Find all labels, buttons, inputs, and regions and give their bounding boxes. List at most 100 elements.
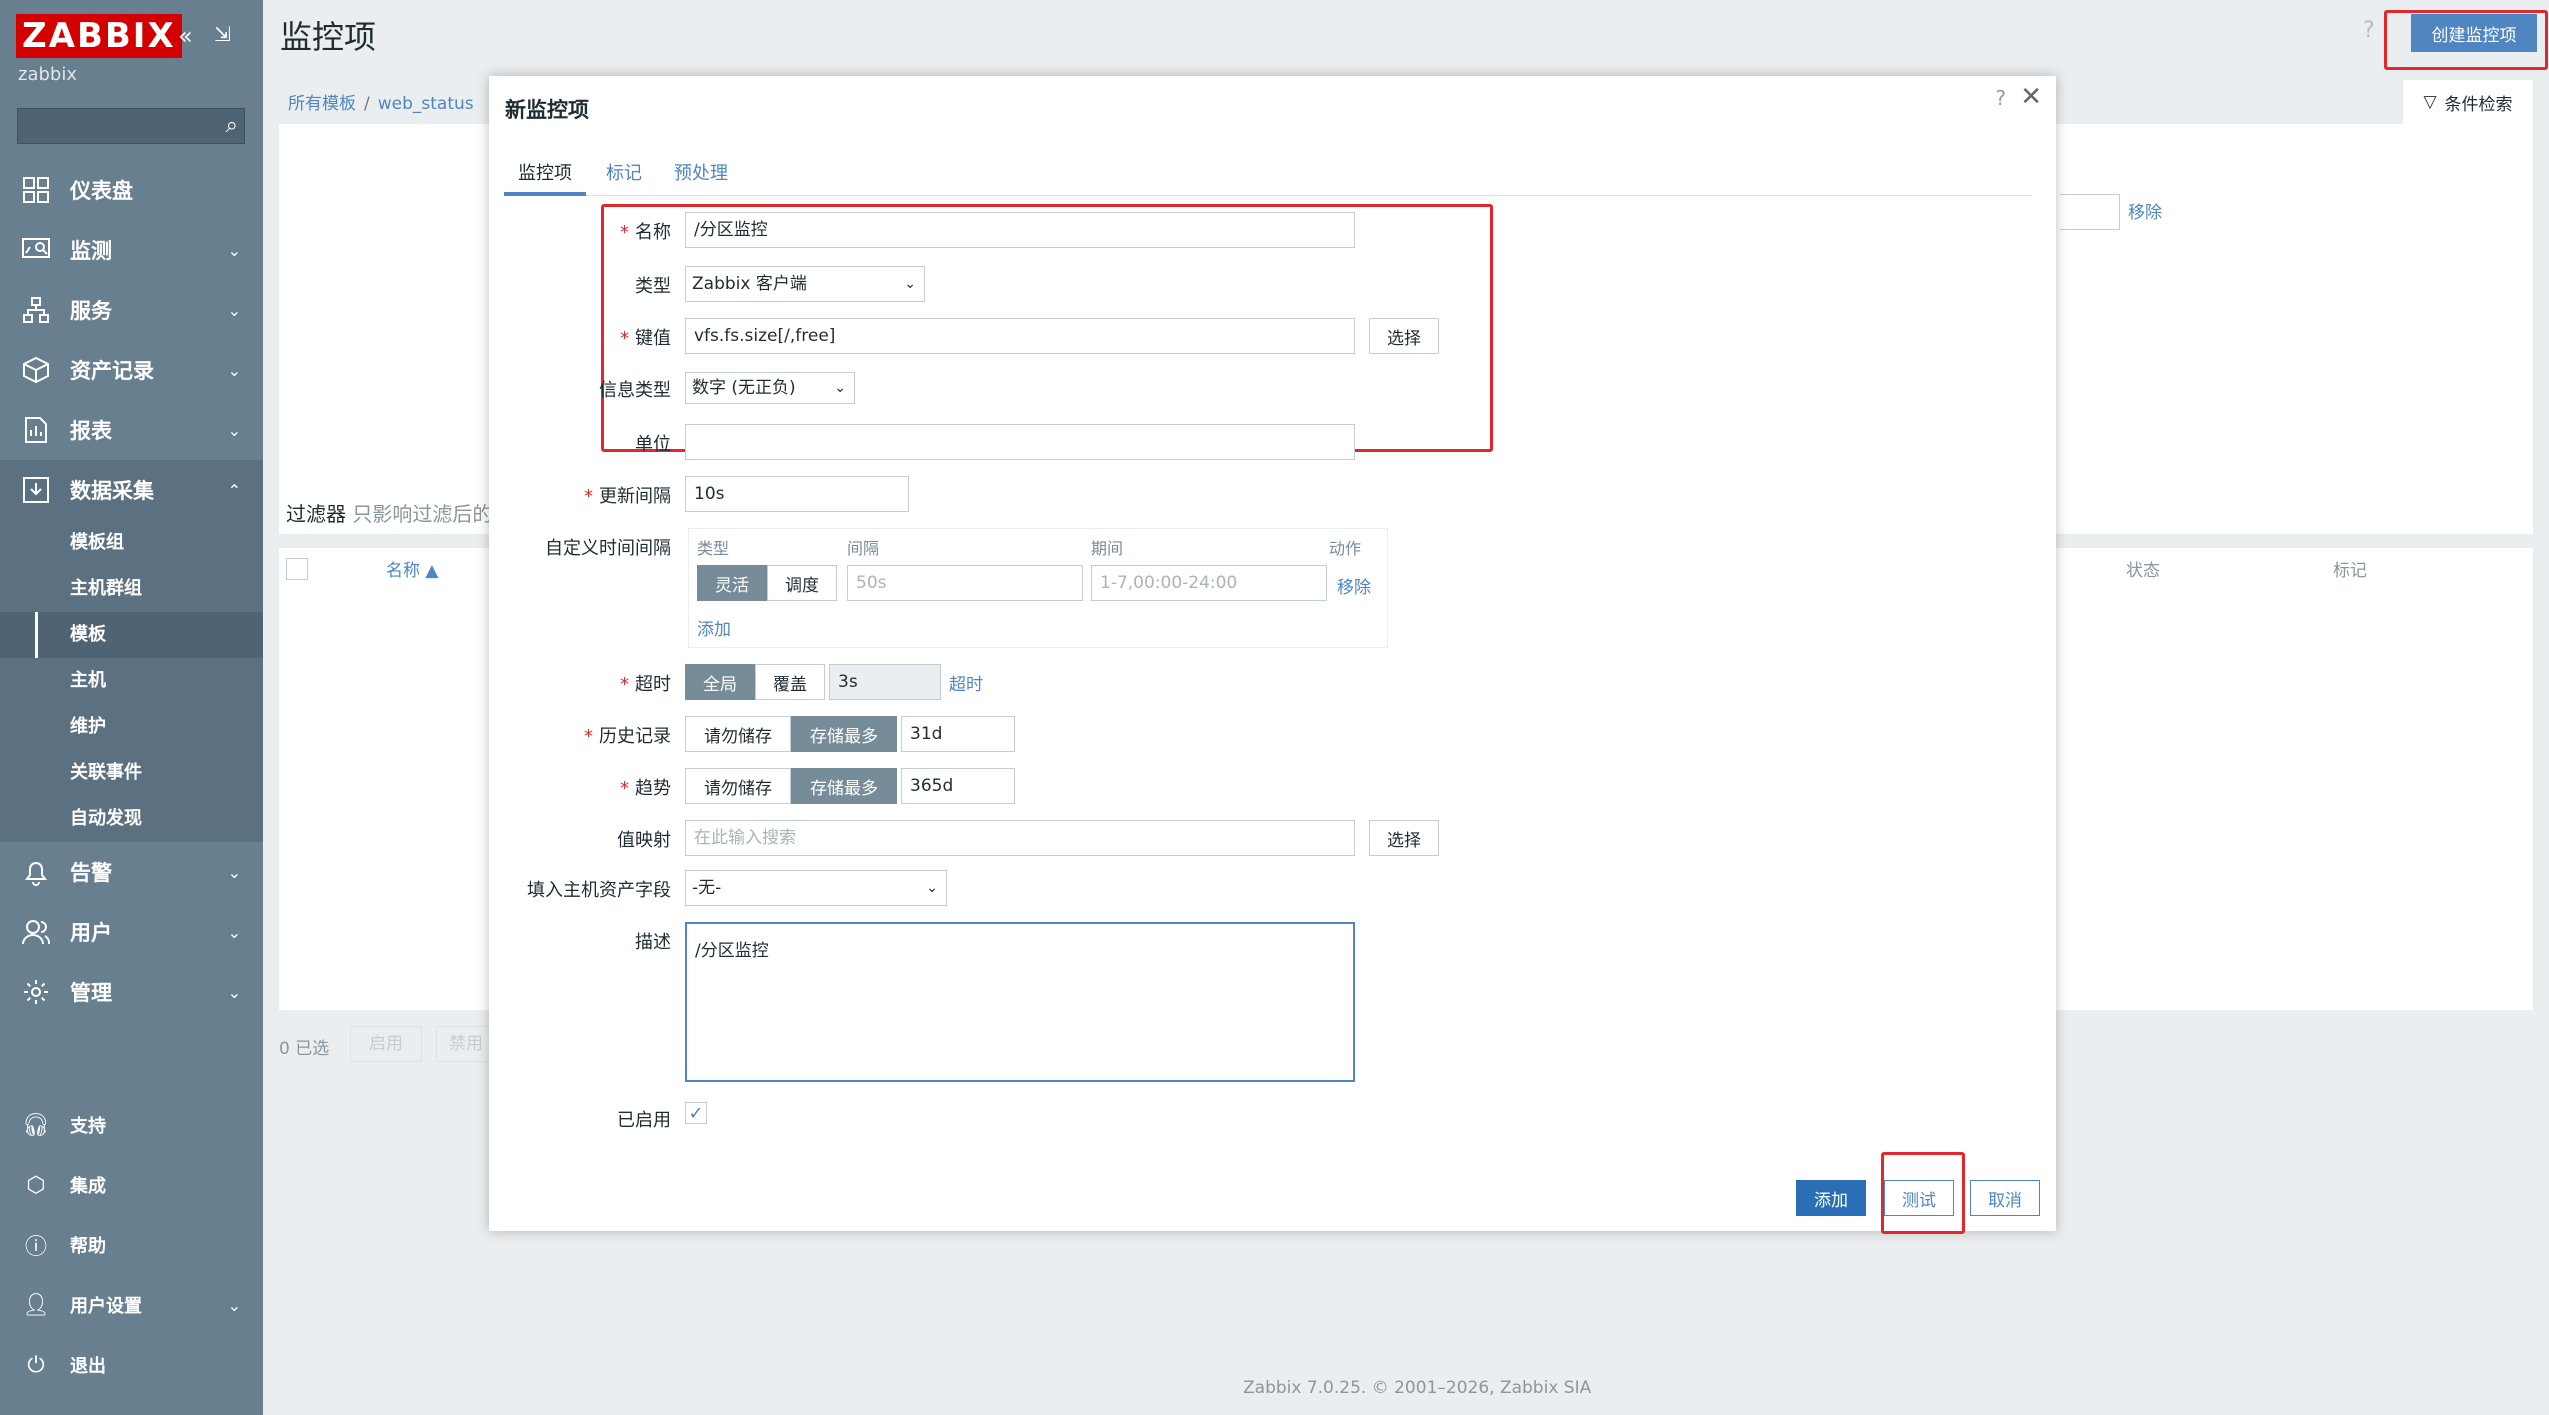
- update-interval-label: * 更新间隔: [584, 486, 671, 507]
- custom-col-period: 期间: [1091, 539, 1124, 558]
- submenu-item-templates[interactable]: 模板: [0, 612, 263, 658]
- services-icon: [20, 294, 52, 326]
- info-type-value: 数字 (无正负): [692, 378, 796, 398]
- filter-remove-link[interactable]: 移除: [2128, 198, 2162, 223]
- menu-item-dashboard[interactable]: 仪表盘: [0, 160, 263, 220]
- timeout-global-toggle[interactable]: 全局: [685, 664, 755, 700]
- chevron-down-icon: ⌄: [227, 922, 241, 942]
- history-do-not-store-toggle[interactable]: 请勿储存: [685, 716, 791, 752]
- menu-item-reports[interactable]: 报表 ⌄: [0, 400, 263, 460]
- value-mapping-select-button[interactable]: 选择: [1369, 820, 1439, 856]
- submenu-item-discovery[interactable]: 自动发现: [0, 796, 263, 842]
- menu-item-user-settings[interactable]: 👤︎ 用户设置 ⌄: [0, 1275, 263, 1335]
- flexible-toggle[interactable]: 灵活: [697, 565, 767, 601]
- disable-button[interactable]: 禁用: [436, 1026, 496, 1062]
- filter-field[interactable]: [2060, 194, 2120, 230]
- description-textarea[interactable]: /分区监控: [685, 922, 1355, 1082]
- reports-icon: [20, 414, 52, 446]
- dashboard-icon: [20, 174, 52, 206]
- submenu-item-event-correlation[interactable]: 关联事件: [0, 750, 263, 796]
- menu-label: 帮助: [70, 1236, 106, 1257]
- menu-label: 服务: [70, 299, 112, 323]
- trends-do-not-store-toggle[interactable]: 请勿储存: [685, 768, 791, 804]
- menu-item-services[interactable]: 服务 ⌄: [0, 280, 263, 340]
- menu-label: 资产记录: [70, 359, 154, 383]
- timeout-link[interactable]: 超时: [949, 670, 983, 695]
- bell-icon: [20, 856, 52, 888]
- value-mapping-input[interactable]: 在此输入搜索: [685, 820, 1355, 856]
- scheduling-toggle[interactable]: 调度: [767, 565, 837, 601]
- sidebar-search-input[interactable]: ⌕: [17, 108, 245, 144]
- menu-item-help[interactable]: ⓘ 帮助: [0, 1215, 263, 1275]
- custom-remove-link[interactable]: 移除: [1337, 573, 1371, 598]
- cancel-button[interactable]: 取消: [1970, 1180, 2040, 1216]
- custom-interval-input[interactable]: 50s: [847, 565, 1083, 601]
- menu-item-monitoring[interactable]: 监测 ⌄: [0, 220, 263, 280]
- menu-label: 用户: [70, 921, 112, 945]
- new-item-dialog: 新监控项 ? ✕ 监控项 标记 预处理 * 名称 /分区监控 类型 Zabbix …: [489, 76, 2056, 1234]
- trends-label: * 趋势: [620, 778, 671, 799]
- filter-tab-label: 条件检索: [2444, 94, 2513, 115]
- zabbix-logo[interactable]: ZABBIX: [16, 14, 182, 58]
- units-input[interactable]: [685, 424, 1355, 460]
- enabled-label: 已启用: [617, 1110, 671, 1131]
- headset-icon: 🎧︎: [22, 1112, 50, 1138]
- custom-period-input[interactable]: 1-7,00:00-24:00: [1091, 565, 1327, 601]
- enabled-checkbox[interactable]: ✓: [685, 1102, 707, 1124]
- gear-icon: [20, 976, 52, 1008]
- filter-tab[interactable]: ▽ 条件检索: [2403, 80, 2533, 124]
- menu-item-inventory[interactable]: 资产记录 ⌄: [0, 340, 263, 400]
- breadcrumb-template[interactable]: web_status: [378, 94, 474, 114]
- trends-input[interactable]: 365d: [901, 768, 1015, 804]
- menu-item-integrations[interactable]: ⬡ 集成: [0, 1155, 263, 1215]
- menu-item-alerts[interactable]: 告警 ⌄: [0, 842, 263, 902]
- history-toggle: 请勿储存 存储最多: [685, 716, 897, 752]
- dialog-tabs: 监控项 标记 预处理: [504, 156, 2032, 196]
- menu-item-support[interactable]: 🎧︎ 支持: [0, 1095, 263, 1155]
- submenu-item-host-groups[interactable]: 主机群组: [0, 566, 263, 612]
- timeout-override-toggle[interactable]: 覆盖: [755, 664, 825, 700]
- trends-store-up-to-toggle[interactable]: 存储最多: [791, 768, 897, 804]
- update-interval-input[interactable]: 10s: [685, 476, 909, 512]
- chevron-down-icon: ⌄: [227, 300, 241, 320]
- dialog-title: 新监控项: [505, 98, 589, 122]
- menu-item-sign-out[interactable]: ⏻ 退出: [0, 1335, 263, 1395]
- page-title: 监控项: [280, 18, 377, 56]
- kiosk-mode-icon[interactable]: ⇲: [214, 22, 231, 46]
- submenu-item-maintenance[interactable]: 维护: [0, 704, 263, 750]
- description-label: 描述: [635, 932, 671, 953]
- help-icon[interactable]: ?: [1995, 86, 2006, 110]
- col-name-header[interactable]: 名称 ▲: [386, 556, 438, 581]
- chevron-down-icon: ⌄: [227, 1295, 241, 1315]
- selected-count: 0 已选: [279, 1039, 330, 1059]
- info-type-select[interactable]: 数字 (无正负) ⌄: [685, 372, 855, 404]
- tab-preprocessing[interactable]: 预处理: [660, 156, 742, 196]
- filter-title-text: 过滤器: [286, 502, 346, 526]
- help-icon[interactable]: ?: [2363, 18, 2375, 43]
- highlight-box: [1881, 1152, 1965, 1234]
- inventory-field-select[interactable]: -无- ⌄: [685, 870, 947, 906]
- tab-tags[interactable]: 标记: [592, 156, 656, 196]
- search-icon[interactable]: ⌕: [226, 113, 238, 138]
- submenu-item-hosts[interactable]: 主机: [0, 658, 263, 704]
- bottom-menu: 🎧︎ 支持 ⬡ 集成 ⓘ 帮助 👤︎ 用户设置 ⌄ ⏻ 退出: [0, 1095, 263, 1395]
- custom-add-link[interactable]: 添加: [697, 615, 731, 640]
- select-all-checkbox[interactable]: [286, 558, 308, 580]
- collapse-sidebar-icon[interactable]: «: [178, 22, 193, 50]
- enable-button[interactable]: 启用: [350, 1026, 422, 1062]
- menu-item-users[interactable]: 用户 ⌄: [0, 902, 263, 962]
- history-input[interactable]: 31d: [901, 716, 1015, 752]
- footer-copyright: Zabbix 7.0.25. © 2001–2026, Zabbix SIA: [1243, 1378, 1592, 1398]
- menu-item-administration[interactable]: 管理 ⌄: [0, 962, 263, 1022]
- menu-item-data-collection[interactable]: 数据采集 ⌃: [0, 460, 263, 520]
- value-mapping-label: 值映射: [617, 830, 671, 851]
- close-icon[interactable]: ✕: [2020, 82, 2042, 112]
- menu-label: 管理: [70, 981, 112, 1005]
- add-button[interactable]: 添加: [1796, 1180, 1866, 1216]
- tab-item[interactable]: 监控项: [504, 156, 586, 196]
- breadcrumb-all-templates[interactable]: 所有模板: [288, 94, 356, 114]
- highlight-box: [2384, 10, 2548, 70]
- submenu-item-template-groups[interactable]: 模板组: [0, 520, 263, 566]
- history-store-up-to-toggle[interactable]: 存储最多: [791, 716, 897, 752]
- menu-label: 报表: [70, 419, 112, 443]
